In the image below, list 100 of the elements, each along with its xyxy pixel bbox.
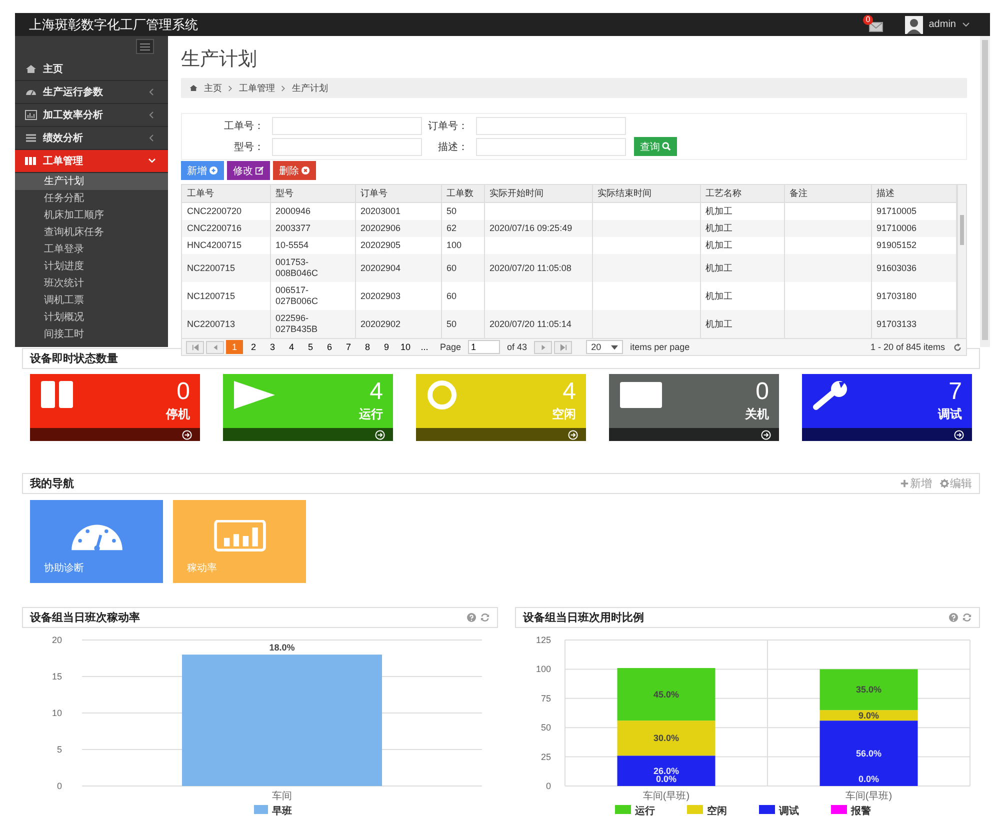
legend-label[interactable]: 报警: [851, 806, 871, 817]
page-button[interactable]: 10: [397, 340, 414, 354]
status-card[interactable]: 0 关机: [609, 374, 779, 441]
table-cell: 62: [446, 223, 457, 233]
table-cell: 机加工: [706, 206, 732, 216]
legend-label[interactable]: 空闲: [707, 806, 727, 817]
triangle-right-icon: [540, 344, 547, 350]
column-header[interactable]: 工艺名称: [700, 185, 784, 202]
edit-button[interactable]: 修改: [227, 161, 270, 180]
scrollbar[interactable]: [980, 36, 990, 347]
sidebar-item[interactable]: 加工效率分析: [15, 104, 168, 127]
column-header[interactable]: 型号: [270, 185, 355, 202]
refresh-icon[interactable]: [962, 613, 972, 622]
data-label: 30.0%: [653, 733, 680, 744]
legend-label[interactable]: 早班: [272, 806, 292, 817]
table-cell: 2020/07/16 09:25:49: [490, 223, 572, 233]
page-button[interactable]: 2: [245, 340, 262, 354]
column-header[interactable]: 备注: [784, 185, 871, 202]
help-icon[interactable]: [467, 613, 476, 622]
input-field[interactable]: [272, 138, 422, 156]
page-button[interactable]: 4: [283, 340, 300, 354]
menu-toggle-button[interactable]: [136, 39, 154, 54]
delete-button[interactable]: 删除: [273, 161, 316, 180]
input-field[interactable]: [272, 117, 422, 135]
status-count: 4: [370, 378, 383, 406]
grid-icon: [25, 156, 37, 166]
table-cell: 20203001: [360, 206, 401, 216]
submenu-item[interactable]: 机床加工顺序: [15, 207, 168, 224]
table-cell: 006517-027B006C: [276, 285, 318, 306]
page-size-select[interactable]: 20: [586, 340, 624, 354]
column-header[interactable]: 工单号: [182, 185, 270, 202]
arrow-circle-icon[interactable]: [568, 430, 578, 440]
chart-title: 设备组当日班次用时比例: [523, 610, 644, 625]
breadcrumb-link[interactable]: 主页: [204, 82, 222, 94]
submenu-item[interactable]: 生产计划: [15, 173, 168, 190]
sidebar-item[interactable]: 生产运行参数: [15, 81, 168, 104]
table-cell: HNC4200715: [187, 240, 242, 250]
legend-label[interactable]: 调试: [779, 806, 799, 817]
table-cell: CNC2200716: [187, 223, 242, 233]
axis-tick-label: 20: [52, 635, 62, 645]
table-cell: 20202902: [360, 318, 401, 328]
data-label: 56.0%: [856, 748, 882, 758]
data-label: 18.0%: [269, 642, 295, 653]
status-card[interactable]: 7 调试: [802, 374, 972, 441]
submenu-item[interactable]: 任务分配: [15, 190, 168, 207]
triangle-left-icon: [212, 344, 218, 350]
legend-label[interactable]: 运行: [635, 806, 655, 817]
next-page-button[interactable]: [534, 340, 552, 354]
data-label: 9.0%: [858, 710, 879, 720]
refresh-icon[interactable]: [480, 613, 490, 622]
input-field[interactable]: [476, 138, 626, 156]
column-header[interactable]: 工单数: [441, 185, 484, 202]
axis-tick-label: 50: [540, 722, 551, 733]
submenu-item[interactable]: 调机工票: [15, 292, 168, 309]
app-title: 上海斑彰数字化工厂管理系统: [29, 16, 198, 34]
table-cell: 机加工: [706, 290, 732, 300]
field-label: 订单号：: [427, 120, 469, 133]
page-button[interactable]: 9: [378, 340, 395, 354]
page-button[interactable]: 3: [264, 340, 281, 354]
notification-button[interactable]: 0: [864, 16, 885, 32]
last-page-button[interactable]: [554, 340, 572, 354]
table-cell: 20202903: [360, 290, 401, 300]
sidebar-item[interactable]: 主页: [15, 58, 168, 81]
first-page-button[interactable]: [186, 340, 204, 354]
page-button[interactable]: 6: [321, 340, 338, 354]
submenu-item[interactable]: 查询机床任务: [15, 224, 168, 241]
submenu-item[interactable]: 间接工时: [15, 326, 168, 343]
input-field[interactable]: [476, 117, 626, 135]
arrow-circle-icon[interactable]: [954, 430, 964, 440]
arrow-circle-icon[interactable]: [182, 430, 192, 440]
page-button[interactable]: 5: [302, 340, 319, 354]
sidebar-item[interactable]: 工单管理: [15, 150, 168, 173]
page-button[interactable]: 7: [340, 340, 357, 354]
column-header[interactable]: 实际结束时间: [592, 185, 700, 202]
data-label: 35.0%: [856, 684, 882, 695]
status-card[interactable]: 0 停机: [30, 374, 200, 441]
refresh-icon[interactable]: [953, 342, 962, 352]
arrow-circle-icon[interactable]: [761, 430, 771, 440]
submenu-item[interactable]: 工单登录: [15, 241, 168, 258]
breadcrumb-link[interactable]: 工单管理: [239, 82, 275, 94]
submenu-item[interactable]: 计划概况: [15, 309, 168, 326]
user-menu[interactable]: admin: [904, 16, 970, 34]
column-header[interactable]: 订单号: [355, 185, 441, 202]
table-cell: 机加工: [706, 240, 732, 250]
plus-circle-icon: [209, 166, 218, 175]
table-cell: 2020/07/20 11:05:08: [490, 262, 572, 272]
tile-label: 稼动率: [187, 562, 217, 575]
submenu-item[interactable]: 班次统计: [15, 275, 168, 292]
column-header[interactable]: 描述: [871, 185, 956, 202]
help-icon[interactable]: [949, 613, 958, 622]
previous-page-button[interactable]: [206, 340, 224, 354]
page-input[interactable]: 1: [468, 340, 500, 354]
field-label: 描述：: [437, 140, 469, 154]
more-pages-button[interactable]: ...: [416, 340, 433, 354]
column-header[interactable]: 实际开始时间: [484, 185, 592, 202]
page-label: Page: [440, 342, 462, 352]
arrow-circle-icon[interactable]: [375, 430, 385, 440]
page-button[interactable]: 8: [359, 340, 376, 354]
data-label: 26.0%: [653, 766, 680, 776]
submenu-item[interactable]: 计划进度: [15, 258, 168, 275]
